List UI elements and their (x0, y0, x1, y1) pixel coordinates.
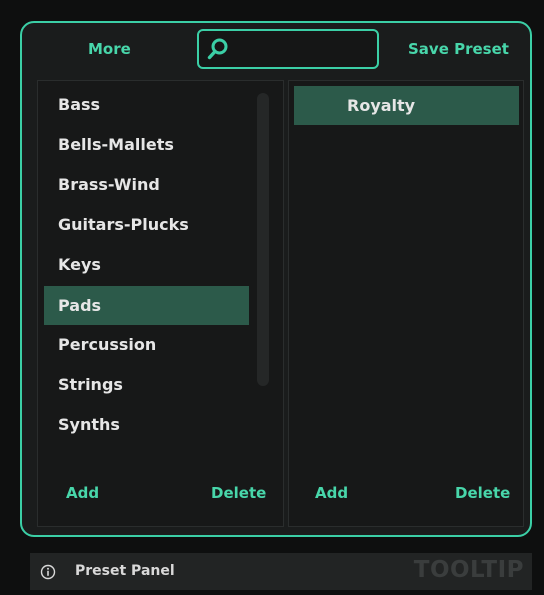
category-add-button[interactable]: Add (66, 484, 99, 502)
tooltip-text: Preset Panel (75, 563, 175, 579)
more-button[interactable]: More (88, 40, 131, 58)
category-item-strings[interactable]: Strings (44, 365, 249, 404)
category-item-keys[interactable]: Keys (44, 245, 249, 284)
category-scrollbar[interactable] (257, 93, 269, 386)
preset-list: Royalty Add Delete (288, 80, 524, 527)
save-preset-button[interactable]: Save Preset (408, 40, 509, 58)
preset-delete-button[interactable]: Delete (455, 484, 510, 502)
category-item-synths[interactable]: Synths (44, 405, 249, 444)
preset-add-button[interactable]: Add (315, 484, 348, 502)
category-item-pads[interactable]: Pads (44, 286, 249, 325)
category-item-bells-mallets[interactable]: Bells-Mallets (44, 125, 249, 164)
category-item-brass-wind[interactable]: Brass-Wind (44, 165, 249, 204)
category-delete-button[interactable]: Delete (211, 484, 266, 502)
preset-item-royalty[interactable]: Royalty (294, 86, 519, 125)
category-item-bass[interactable]: Bass (44, 85, 249, 124)
tooltip-bar: Preset Panel TOOLTIP (30, 553, 532, 590)
search-input[interactable] (197, 29, 379, 69)
info-icon (40, 564, 56, 580)
category-item-guitars-plucks[interactable]: Guitars-Plucks (44, 205, 249, 244)
category-list: Bass Bells-Mallets Brass-Wind Guitars-Pl… (37, 80, 284, 527)
search-icon (207, 38, 228, 60)
category-item-percussion[interactable]: Percussion (44, 325, 249, 364)
tooltip-logo: TOOLTIP (413, 557, 524, 583)
